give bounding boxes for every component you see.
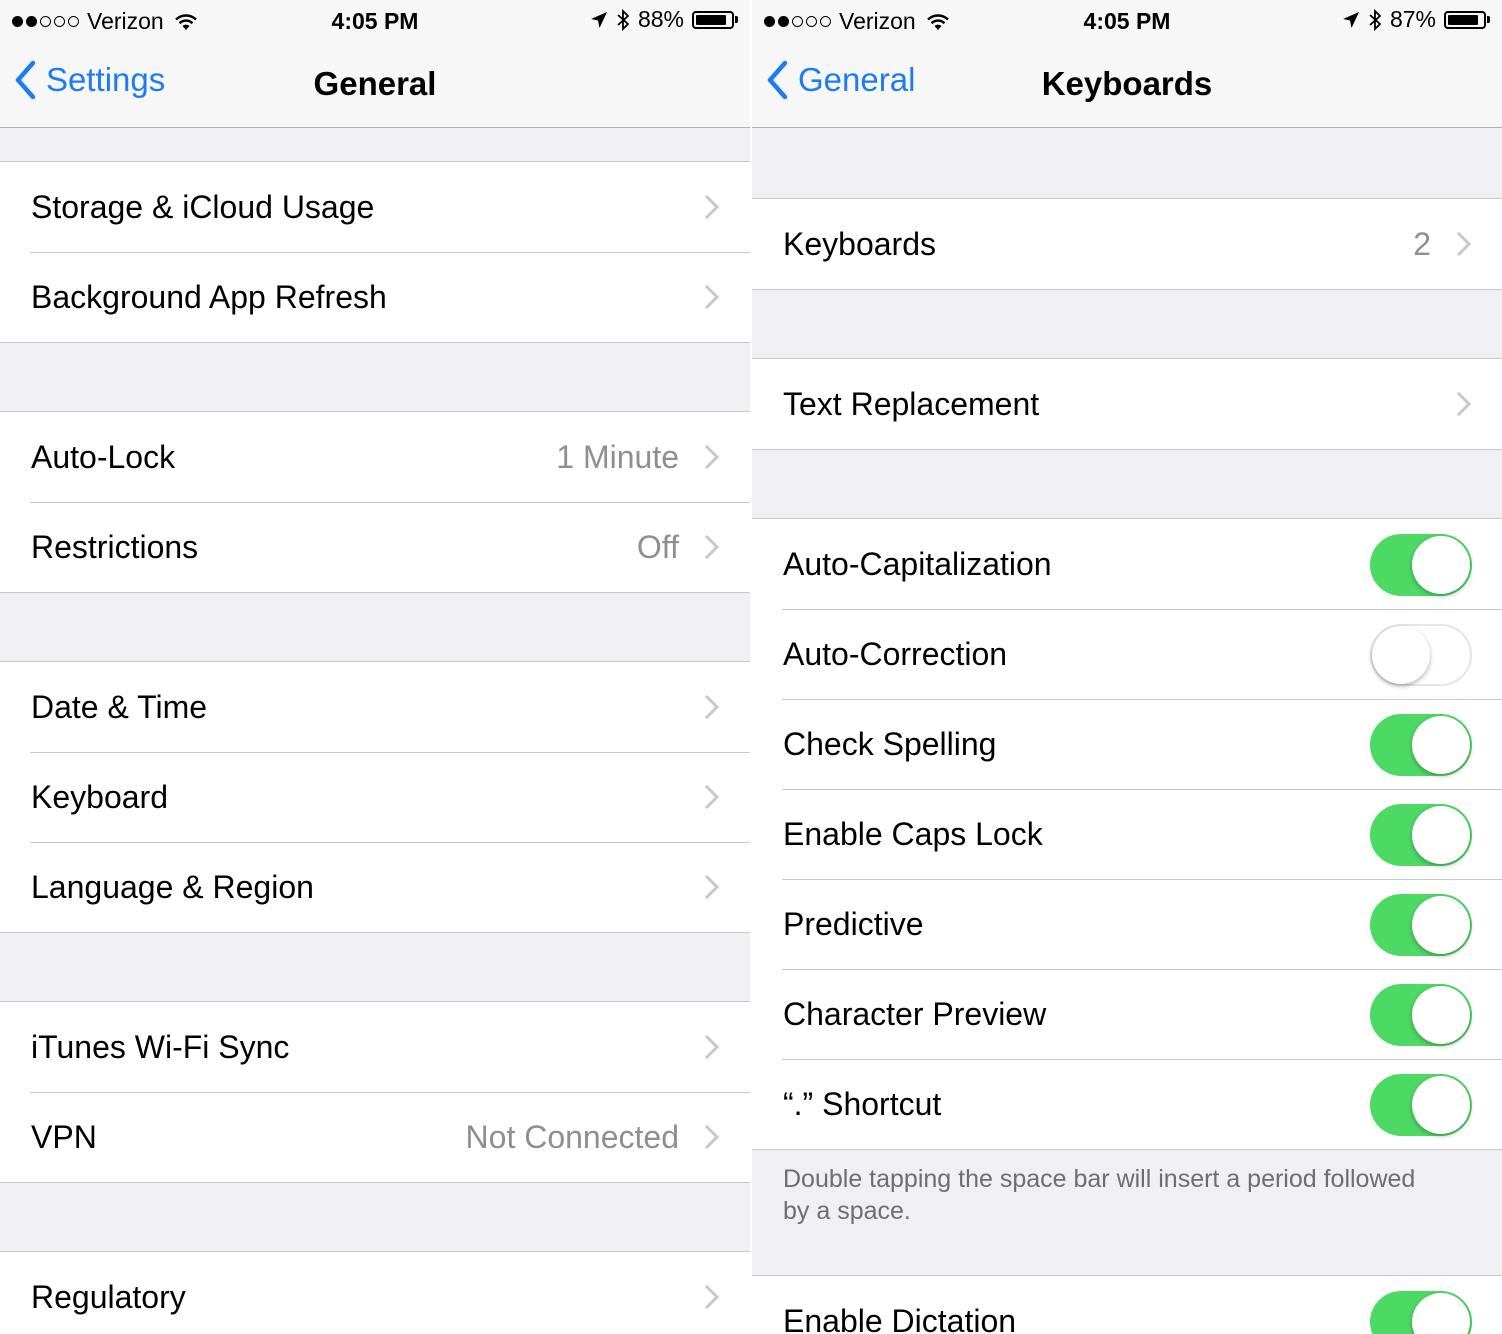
- row-label: iTunes Wi-Fi Sync: [31, 1029, 290, 1065]
- row-language-region[interactable]: Language & Region: [0, 842, 750, 932]
- row-period-shortcut: “.” Shortcut: [752, 1059, 1502, 1149]
- row-label: VPN: [31, 1119, 97, 1155]
- row-regulatory[interactable]: Regulatory: [0, 1252, 750, 1334]
- settings-group-regulatory: Regulatory: [0, 1251, 750, 1334]
- row-label: Auto-Capitalization: [783, 546, 1052, 582]
- row-date-time[interactable]: Date & Time: [0, 662, 750, 752]
- chevron-right-icon: [704, 874, 720, 900]
- enable-dictation-toggle[interactable]: [1370, 1291, 1472, 1334]
- auto-correction-toggle[interactable]: [1370, 624, 1472, 686]
- auto-capitalization-toggle[interactable]: [1370, 534, 1472, 596]
- row-auto-lock[interactable]: Auto-Lock 1 Minute: [0, 412, 750, 502]
- row-enable-caps-lock: Enable Caps Lock: [752, 789, 1502, 879]
- row-auto-capitalization: Auto-Capitalization: [752, 519, 1502, 609]
- row-keyboard[interactable]: Keyboard: [0, 752, 750, 842]
- row-itunes-wifi-sync[interactable]: iTunes Wi-Fi Sync: [0, 1002, 750, 1092]
- chevron-right-icon: [704, 444, 720, 470]
- navigation-bar: General Keyboards: [752, 40, 1502, 128]
- settings-group-lock: Auto-Lock 1 Minute Restrictions Off: [0, 411, 750, 593]
- battery-icon: [1444, 10, 1490, 29]
- row-label: Regulatory: [31, 1279, 186, 1315]
- row-label: Keyboard: [31, 779, 168, 815]
- row-vpn[interactable]: VPN Not Connected: [0, 1092, 750, 1182]
- row-character-preview: Character Preview: [752, 969, 1502, 1059]
- row-check-spelling: Check Spelling: [752, 699, 1502, 789]
- row-label: Check Spelling: [783, 726, 997, 762]
- row-label: Auto-Lock: [31, 439, 176, 475]
- row-keyboards[interactable]: Keyboards 2: [752, 199, 1502, 289]
- settings-group-storage: Storage & iCloud Usage Background App Re…: [0, 161, 750, 343]
- chevron-right-icon: [1456, 391, 1472, 417]
- row-predictive: Predictive: [752, 879, 1502, 969]
- bluetooth-icon: [617, 8, 630, 31]
- row-label: Auto-Correction: [783, 636, 1008, 672]
- chevron-right-icon: [704, 1284, 720, 1310]
- section-footer-note: Double tapping the space bar will insert…: [783, 1165, 1416, 1225]
- battery-icon: [692, 10, 738, 29]
- chevron-right-icon: [704, 694, 720, 720]
- settings-group-locale: Date & Time Keyboard Language & Region: [0, 661, 750, 933]
- row-label: “.” Shortcut: [783, 1086, 942, 1122]
- row-background-app-refresh[interactable]: Background App Refresh: [0, 252, 750, 342]
- bluetooth-icon: [1369, 8, 1382, 31]
- chevron-right-icon: [704, 1124, 720, 1150]
- row-label: Character Preview: [783, 996, 1047, 1032]
- chevron-right-icon: [704, 1034, 720, 1060]
- row-label: Background App Refresh: [31, 279, 387, 315]
- settings-group-keyboards: Keyboards 2: [752, 198, 1502, 290]
- row-label: Text Replacement: [783, 386, 1040, 422]
- row-label: Storage & iCloud Usage: [31, 189, 375, 225]
- enable-caps-lock-toggle[interactable]: [1370, 804, 1472, 866]
- row-text-replacement[interactable]: Text Replacement: [752, 359, 1502, 449]
- status-bar: Verizon 4:05 PM 87%: [752, 0, 1502, 40]
- character-preview-toggle[interactable]: [1370, 984, 1472, 1046]
- settings-group-sync: iTunes Wi-Fi Sync VPN Not Connected: [0, 1001, 750, 1183]
- row-label: Date & Time: [31, 689, 208, 725]
- period-shortcut-toggle[interactable]: [1370, 1074, 1472, 1136]
- chevron-right-icon: [704, 284, 720, 310]
- predictive-toggle[interactable]: [1370, 894, 1472, 956]
- row-label: Language & Region: [31, 869, 314, 905]
- keyboards-settings-screen: Verizon 4:05 PM 87% General Keyboards Ke…: [752, 0, 1502, 1334]
- row-auto-correction: Auto-Correction: [752, 609, 1502, 699]
- row-value: 1 Minute: [556, 439, 679, 475]
- chevron-right-icon: [1456, 231, 1472, 257]
- navigation-bar: Settings General: [0, 40, 750, 128]
- row-value: Not Connected: [465, 1119, 679, 1155]
- row-value: Off: [636, 529, 679, 565]
- settings-group-dictation: Enable Dictation: [752, 1275, 1502, 1334]
- location-arrow-icon: [590, 11, 607, 28]
- location-arrow-icon: [1342, 11, 1359, 28]
- row-label: Predictive: [783, 906, 924, 942]
- settings-group-text-replacement: Text Replacement: [752, 358, 1502, 450]
- chevron-right-icon: [704, 534, 720, 560]
- battery-percentage: 87%: [1389, 6, 1436, 32]
- battery-percentage: 88%: [637, 6, 684, 32]
- row-label: Enable Caps Lock: [783, 816, 1043, 852]
- general-settings-screen: Verizon 4:05 PM 88% Settings General Sto…: [0, 0, 750, 1334]
- keyboard-count: 2: [1413, 226, 1431, 262]
- page-title: Keyboards: [1041, 65, 1213, 102]
- chevron-right-icon: [704, 194, 720, 220]
- row-label: Enable Dictation: [783, 1303, 1017, 1334]
- check-spelling-toggle[interactable]: [1370, 714, 1472, 776]
- status-bar: Verizon 4:05 PM 88%: [0, 0, 750, 40]
- page-title: General: [313, 65, 437, 102]
- row-restrictions[interactable]: Restrictions Off: [0, 502, 750, 592]
- chevron-right-icon: [704, 784, 720, 810]
- screenshot-pair: Verizon 4:05 PM 88% Settings General Sto…: [0, 0, 1502, 1334]
- row-label: Restrictions: [31, 529, 199, 565]
- row-storage-icloud-usage[interactable]: Storage & iCloud Usage: [0, 162, 750, 252]
- row-enable-dictation: Enable Dictation: [752, 1276, 1502, 1334]
- row-label: Keyboards: [783, 226, 936, 262]
- settings-group-typing: Auto-Capitalization Auto-Correction Chec…: [752, 518, 1502, 1150]
